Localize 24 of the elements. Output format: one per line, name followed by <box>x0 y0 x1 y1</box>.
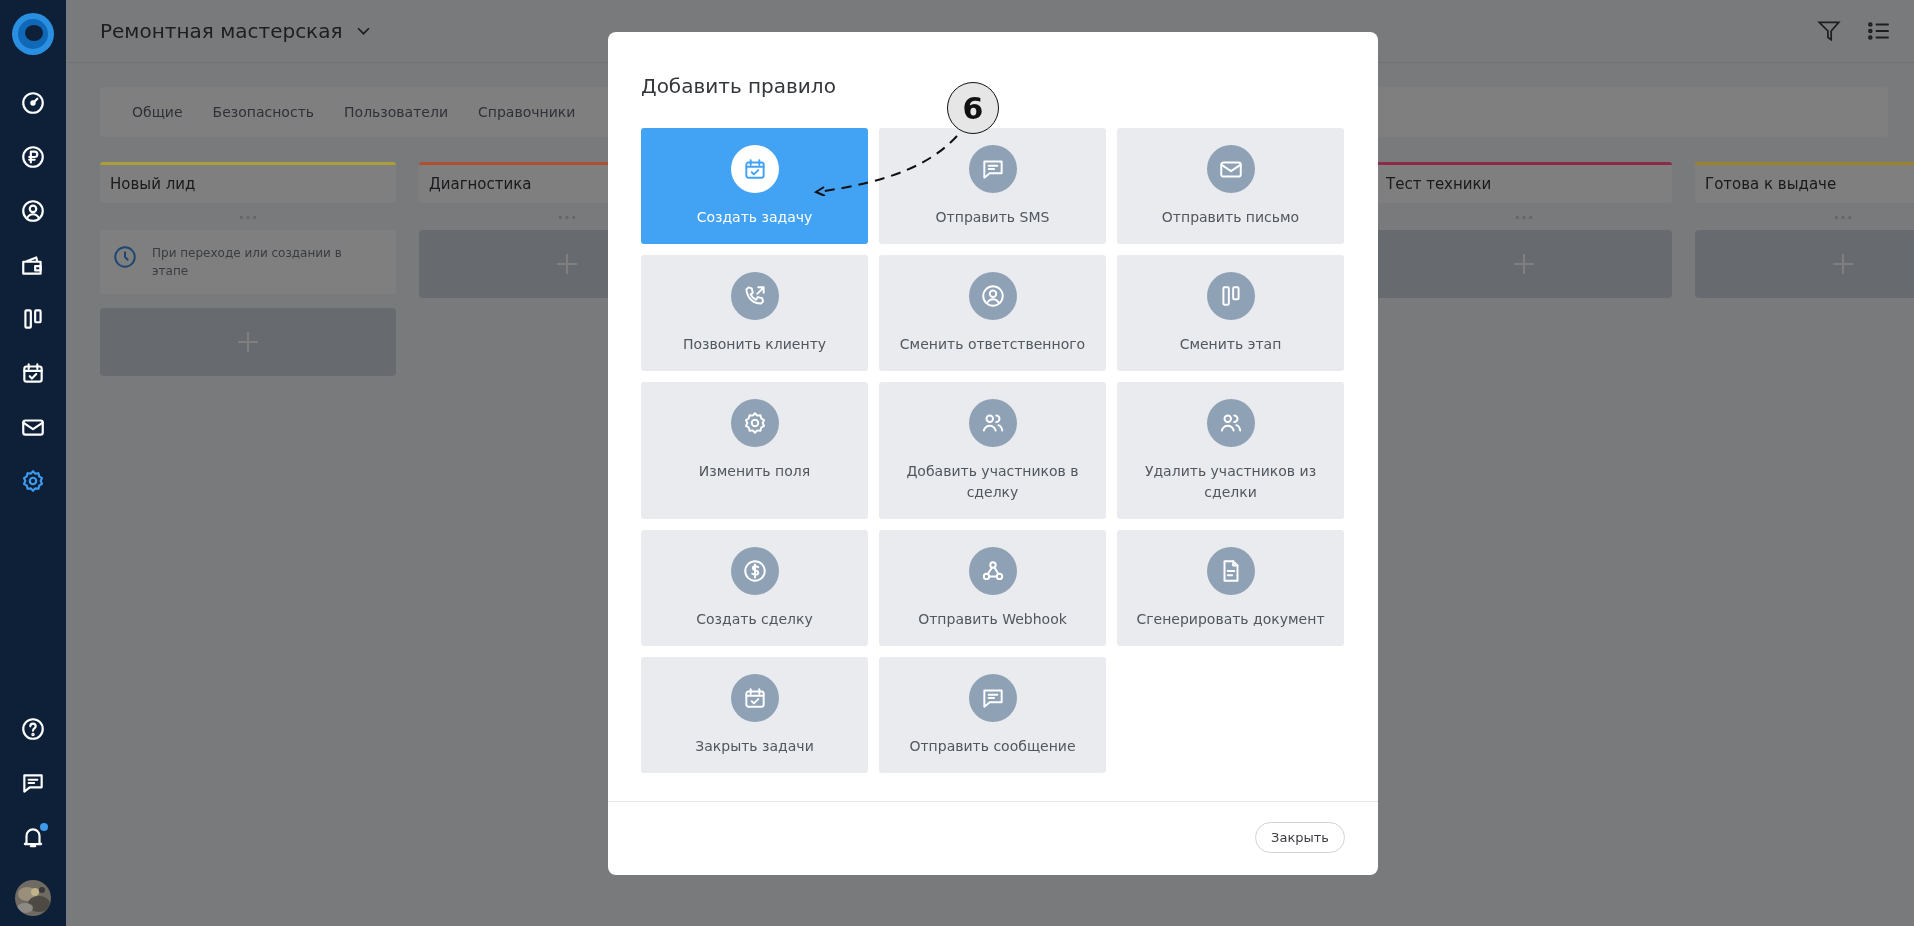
close-button[interactable]: Закрыть <box>1255 822 1345 853</box>
action-tile[interactable]: Позвонить клиенту <box>641 255 868 371</box>
callout-marker: 6 <box>947 82 999 134</box>
action-tile[interactable]: Отправить письмо <box>1117 128 1344 244</box>
action-tile[interactable]: Отправить Webhook <box>879 530 1106 646</box>
dialog-title: Добавить правило <box>641 74 836 98</box>
action-tile[interactable]: Закрыть задачи <box>641 657 868 773</box>
action-tile[interactable]: Сменить этап <box>1117 255 1344 371</box>
action-tile[interactable]: Удалить участников из сделки <box>1117 382 1344 519</box>
page-title: Ремонтная мастерская <box>100 19 343 43</box>
action-tile[interactable]: Изменить поля <box>641 382 868 519</box>
tab[interactable]: Справочники <box>478 104 576 120</box>
action-tile[interactable]: Сгенерировать документ <box>1117 530 1344 646</box>
column-header: Новый лид <box>100 165 396 203</box>
tab[interactable]: Безопасность <box>212 104 315 120</box>
column-header: Готова к выдаче <box>1695 165 1914 203</box>
action-tile[interactable]: Сменить ответственного <box>879 255 1106 371</box>
column-header: Тест техники <box>1376 165 1672 203</box>
action-tile[interactable]: Добавить участников в сделку <box>879 382 1106 519</box>
tab[interactable]: Пользователи <box>344 104 448 120</box>
action-tile[interactable]: Отправить SMS <box>879 128 1106 244</box>
tab[interactable]: Общие <box>132 104 183 120</box>
action-tile[interactable]: Отправить сообщение <box>879 657 1106 773</box>
action-tile[interactable]: Создать сделку <box>641 530 868 646</box>
